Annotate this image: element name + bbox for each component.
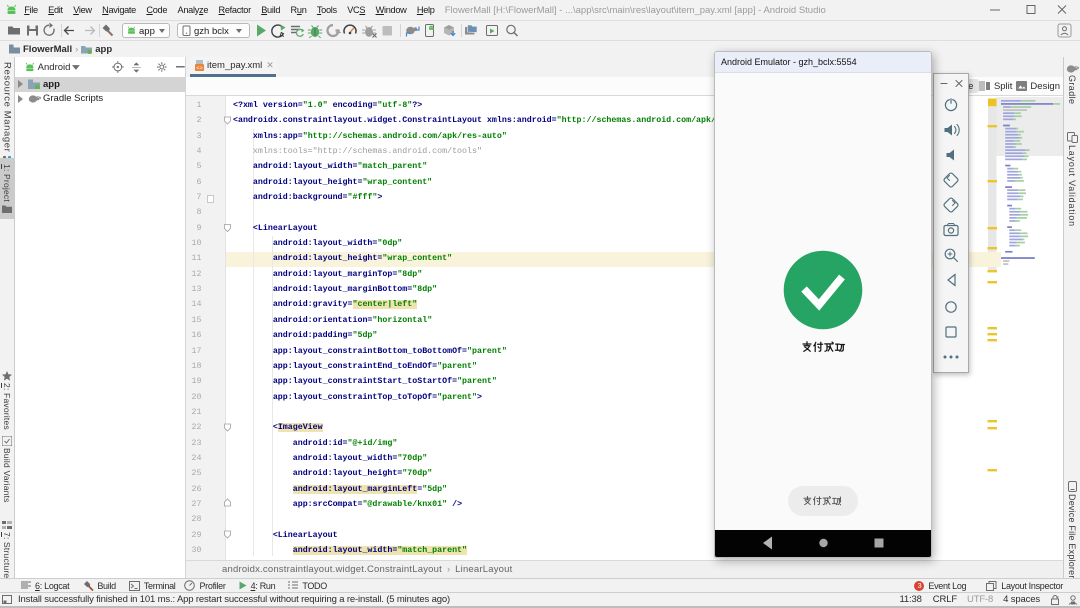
svg-text:app: app [139,26,155,37]
svg-text:A: A [279,32,284,39]
svg-text:gzh bclx: gzh bclx [194,26,229,37]
svg-text:<>: <> [196,66,202,72]
